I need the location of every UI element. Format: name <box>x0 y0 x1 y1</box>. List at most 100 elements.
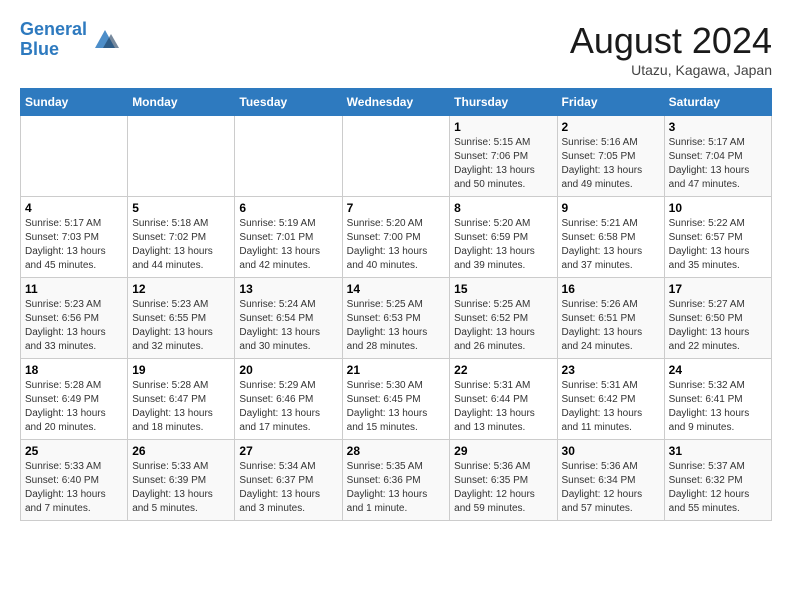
day-number: 1 <box>454 120 552 134</box>
calendar-cell <box>342 116 450 197</box>
logo-text: General Blue <box>20 20 87 60</box>
calendar-cell: 21 Sunrise: 5:30 AM Sunset: 6:45 PM Dayli… <box>342 359 450 440</box>
calendar-cell: 20 Sunrise: 5:29 AM Sunset: 6:46 PM Dayli… <box>235 359 342 440</box>
day-info: Sunrise: 5:23 AM Sunset: 6:55 PM Dayligh… <box>132 298 230 354</box>
day-number: 5 <box>132 201 230 215</box>
logo: General Blue <box>20 20 119 60</box>
day-number: 16 <box>562 282 660 296</box>
day-info: Sunrise: 5:36 AM Sunset: 6:34 PM Dayligh… <box>562 460 660 516</box>
day-info: Sunrise: 5:32 AM Sunset: 6:41 PM Dayligh… <box>669 379 767 435</box>
day-number: 26 <box>132 444 230 458</box>
day-number: 29 <box>454 444 552 458</box>
weekday-header-tuesday: Tuesday <box>235 89 342 116</box>
calendar-cell <box>21 116 128 197</box>
day-info: Sunrise: 5:35 AM Sunset: 6:36 PM Dayligh… <box>347 460 446 516</box>
calendar-cell: 14Sunrise: 5:25 AM Sunset: 6:53 PM Dayli… <box>342 278 450 359</box>
calendar-cell: 13 Sunrise: 5:24 AM Sunset: 6:54 PM Dayli… <box>235 278 342 359</box>
weekday-header-monday: Monday <box>128 89 235 116</box>
day-number: 9 <box>562 201 660 215</box>
day-number: 3 <box>669 120 767 134</box>
calendar-cell: 12 Sunrise: 5:23 AM Sunset: 6:55 PM Dayli… <box>128 278 235 359</box>
calendar-cell: 9 Sunrise: 5:21 AM Sunset: 6:58 PM Daylig… <box>557 197 664 278</box>
calendar-cell: 7Sunrise: 5:20 AM Sunset: 7:00 PM Daylig… <box>342 197 450 278</box>
calendar-cell: 27Sunrise: 5:34 AM Sunset: 6:37 PM Dayli… <box>235 440 342 521</box>
day-number: 18 <box>25 363 123 377</box>
calendar-cell: 29Sunrise: 5:36 AM Sunset: 6:35 PM Dayli… <box>450 440 557 521</box>
page-header: General Blue August 2024 Utazu, Kagawa, … <box>20 20 772 78</box>
day-info: Sunrise: 5:18 AM Sunset: 7:02 PM Dayligh… <box>132 217 230 273</box>
calendar-cell <box>128 116 235 197</box>
day-number: 7 <box>347 201 446 215</box>
day-info: Sunrise: 5:33 AM Sunset: 6:40 PM Dayligh… <box>25 460 123 516</box>
calendar-cell: 25 Sunrise: 5:33 AM Sunset: 6:40 PM Dayli… <box>21 440 128 521</box>
day-info: Sunrise: 5:25 AM Sunset: 6:53 PM Dayligh… <box>347 298 446 354</box>
day-number: 12 <box>132 282 230 296</box>
calendar-cell: 4 Sunrise: 5:17 AM Sunset: 7:03 PM Daylig… <box>21 197 128 278</box>
day-number: 19 <box>132 363 230 377</box>
day-info: Sunrise: 5:26 AM Sunset: 6:51 PM Dayligh… <box>562 298 660 354</box>
day-info: Sunrise: 5:17 AM Sunset: 7:03 PM Dayligh… <box>25 217 123 273</box>
day-number: 22 <box>454 363 552 377</box>
weekday-header-thursday: Thursday <box>450 89 557 116</box>
weekday-header-row: SundayMondayTuesdayWednesdayThursdayFrid… <box>21 89 772 116</box>
logo-icon <box>91 26 119 54</box>
calendar-cell: 5 Sunrise: 5:18 AM Sunset: 7:02 PM Daylig… <box>128 197 235 278</box>
day-info: Sunrise: 5:29 AM Sunset: 6:46 PM Dayligh… <box>239 379 337 435</box>
day-info: Sunrise: 5:33 AM Sunset: 6:39 PM Dayligh… <box>132 460 230 516</box>
day-number: 4 <box>25 201 123 215</box>
week-row-4: 18Sunrise: 5:28 AM Sunset: 6:49 PM Dayli… <box>21 359 772 440</box>
title-block: August 2024 Utazu, Kagawa, Japan <box>570 20 772 78</box>
calendar-body: 1 Sunrise: 5:15 AM Sunset: 7:06 PM Daylig… <box>21 116 772 521</box>
day-info: Sunrise: 5:15 AM Sunset: 7:06 PM Dayligh… <box>454 136 552 192</box>
day-number: 11 <box>25 282 123 296</box>
day-number: 25 <box>25 444 123 458</box>
calendar-cell: 28 Sunrise: 5:35 AM Sunset: 6:36 PM Dayli… <box>342 440 450 521</box>
weekday-header-saturday: Saturday <box>664 89 771 116</box>
calendar-cell: 19 Sunrise: 5:28 AM Sunset: 6:47 PM Dayli… <box>128 359 235 440</box>
day-info: Sunrise: 5:21 AM Sunset: 6:58 PM Dayligh… <box>562 217 660 273</box>
calendar-cell: 23Sunrise: 5:31 AM Sunset: 6:42 PM Dayli… <box>557 359 664 440</box>
calendar-cell: 3 Sunrise: 5:17 AM Sunset: 7:04 PM Daylig… <box>664 116 771 197</box>
weekday-header-sunday: Sunday <box>21 89 128 116</box>
calendar-cell: 26 Sunrise: 5:33 AM Sunset: 6:39 PM Dayli… <box>128 440 235 521</box>
week-row-1: 1 Sunrise: 5:15 AM Sunset: 7:06 PM Daylig… <box>21 116 772 197</box>
calendar-cell: 30 Sunrise: 5:36 AM Sunset: 6:34 PM Dayli… <box>557 440 664 521</box>
day-info: Sunrise: 5:24 AM Sunset: 6:54 PM Dayligh… <box>239 298 337 354</box>
weekday-header-wednesday: Wednesday <box>342 89 450 116</box>
day-info: Sunrise: 5:17 AM Sunset: 7:04 PM Dayligh… <box>669 136 767 192</box>
calendar-cell: 1 Sunrise: 5:15 AM Sunset: 7:06 PM Daylig… <box>450 116 557 197</box>
day-info: Sunrise: 5:31 AM Sunset: 6:44 PM Dayligh… <box>454 379 552 435</box>
day-info: Sunrise: 5:25 AM Sunset: 6:52 PM Dayligh… <box>454 298 552 354</box>
week-row-2: 4 Sunrise: 5:17 AM Sunset: 7:03 PM Daylig… <box>21 197 772 278</box>
day-info: Sunrise: 5:20 AM Sunset: 6:59 PM Dayligh… <box>454 217 552 273</box>
day-number: 24 <box>669 363 767 377</box>
day-number: 17 <box>669 282 767 296</box>
day-info: Sunrise: 5:23 AM Sunset: 6:56 PM Dayligh… <box>25 298 123 354</box>
calendar-cell: 10 Sunrise: 5:22 AM Sunset: 6:57 PM Dayli… <box>664 197 771 278</box>
day-number: 13 <box>239 282 337 296</box>
day-info: Sunrise: 5:37 AM Sunset: 6:32 PM Dayligh… <box>669 460 767 516</box>
day-number: 28 <box>347 444 446 458</box>
week-row-5: 25 Sunrise: 5:33 AM Sunset: 6:40 PM Dayli… <box>21 440 772 521</box>
day-number: 31 <box>669 444 767 458</box>
day-number: 20 <box>239 363 337 377</box>
day-number: 30 <box>562 444 660 458</box>
day-info: Sunrise: 5:28 AM Sunset: 6:47 PM Dayligh… <box>132 379 230 435</box>
day-number: 10 <box>669 201 767 215</box>
day-info: Sunrise: 5:16 AM Sunset: 7:05 PM Dayligh… <box>562 136 660 192</box>
day-number: 6 <box>239 201 337 215</box>
calendar-cell: 15 Sunrise: 5:25 AM Sunset: 6:52 PM Dayli… <box>450 278 557 359</box>
day-info: Sunrise: 5:30 AM Sunset: 6:45 PM Dayligh… <box>347 379 446 435</box>
day-number: 15 <box>454 282 552 296</box>
calendar-cell: 17Sunrise: 5:27 AM Sunset: 6:50 PM Dayli… <box>664 278 771 359</box>
location: Utazu, Kagawa, Japan <box>570 62 772 78</box>
month-year: August 2024 <box>570 20 772 62</box>
calendar-table: SundayMondayTuesdayWednesdayThursdayFrid… <box>20 88 772 521</box>
calendar-cell: 22 Sunrise: 5:31 AM Sunset: 6:44 PM Dayli… <box>450 359 557 440</box>
day-number: 2 <box>562 120 660 134</box>
day-number: 8 <box>454 201 552 215</box>
calendar-cell: 18Sunrise: 5:28 AM Sunset: 6:49 PM Dayli… <box>21 359 128 440</box>
day-info: Sunrise: 5:22 AM Sunset: 6:57 PM Dayligh… <box>669 217 767 273</box>
day-number: 23 <box>562 363 660 377</box>
day-number: 21 <box>347 363 446 377</box>
